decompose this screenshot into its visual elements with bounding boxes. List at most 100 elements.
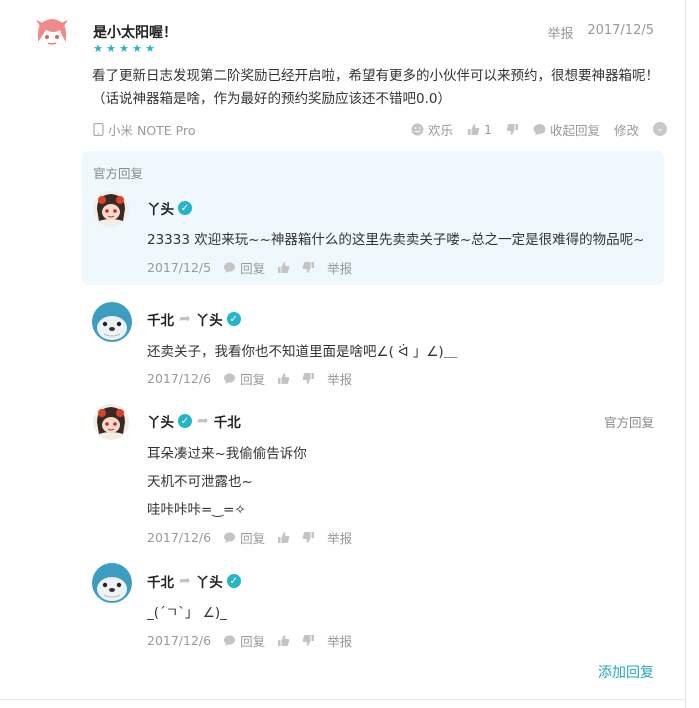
reply-date: 2017/12/6 xyxy=(147,530,212,545)
like-button[interactable] xyxy=(277,261,290,274)
star-icon: ★ xyxy=(119,42,129,55)
reply-label: 回复 xyxy=(240,531,266,546)
dislike-button[interactable] xyxy=(302,372,315,385)
reply-button[interactable]: 回复 xyxy=(223,258,265,277)
reviewer-avatar[interactable] xyxy=(32,14,72,54)
verified-icon: ✓ xyxy=(226,574,241,588)
reply-label: 回复 xyxy=(240,261,266,276)
star-icon: ★ xyxy=(132,42,142,55)
collapse-replies-button[interactable]: 收起回复 xyxy=(533,120,600,139)
reviewer-name[interactable]: 是小太阳喔！ xyxy=(93,22,177,42)
report-link[interactable]: 举报 xyxy=(327,258,352,277)
chevron-down-icon[interactable]: ⌄ xyxy=(653,122,667,136)
reply-button[interactable]: 回复 xyxy=(223,631,265,650)
device-name: 小米 NOTE Pro xyxy=(108,122,196,138)
fun-label: 欢乐 xyxy=(428,122,454,138)
reply-avatar[interactable] xyxy=(92,563,132,603)
like-button[interactable] xyxy=(277,634,290,647)
reply-author-line: 丫头 ✓ ➦ 千北 xyxy=(147,411,241,431)
verified-icon: ✓ xyxy=(226,312,241,326)
thumb-down-icon xyxy=(302,532,315,543)
official-author: 丫头 ✓ xyxy=(147,198,192,218)
smile-icon xyxy=(411,123,424,135)
reply-meta: 2017/12/6 回复 举报 xyxy=(147,631,364,650)
reply-author-line: 千北 ➦ 丫头 ✓ xyxy=(147,309,241,329)
reply-label: 回复 xyxy=(240,634,266,649)
review-card: 是小太阳喔！ ★ ★ ★ ★ ★ 举报 2017/12/5 看了更新日志发现第二… xyxy=(0,0,686,708)
reply-arrow-icon: ➦ xyxy=(179,573,191,589)
official-name[interactable]: 丫头 xyxy=(147,198,174,218)
reply-button[interactable]: 回复 xyxy=(223,369,265,388)
review-meta: 小米 NOTE Pro 欢乐 1 收起回复 修改 ⌄ xyxy=(92,119,667,139)
review-date: 2017/12/5 xyxy=(587,23,654,38)
official-avatar[interactable] xyxy=(93,404,129,440)
like-count: 1 xyxy=(484,121,492,137)
reply-button[interactable]: 回复 xyxy=(223,528,265,547)
report-link[interactable]: 举报 xyxy=(327,528,352,547)
star-icon: ★ xyxy=(145,42,155,55)
reply-avatar[interactable] xyxy=(92,302,132,342)
reply-from-name[interactable]: 千北 xyxy=(147,571,174,591)
star-icon: ★ xyxy=(93,42,103,55)
like-button[interactable] xyxy=(277,531,290,544)
comment-icon xyxy=(533,123,546,135)
thumb-down-icon xyxy=(302,262,315,273)
thumb-up-icon xyxy=(278,262,290,273)
comment-icon xyxy=(224,373,236,384)
reply-from-name[interactable]: 千北 xyxy=(147,309,174,329)
phone-icon xyxy=(93,122,104,136)
reply-text-line: 天机不可泄露也~ xyxy=(147,474,253,490)
thumb-down-icon xyxy=(506,123,518,135)
dislike-button[interactable] xyxy=(302,531,315,544)
report-link[interactable]: 举报 xyxy=(547,23,573,42)
like-button[interactable]: 1 xyxy=(467,122,492,137)
edit-button[interactable]: 修改 xyxy=(614,120,639,139)
collapse-label: 收起回复 xyxy=(549,122,600,138)
thumb-up-icon xyxy=(278,373,290,384)
reply-to-name[interactable]: 千北 xyxy=(214,411,241,431)
reply-to-name[interactable]: 丫头 xyxy=(196,309,223,329)
reply-text-line: 耳朵凑过来~我偷偷告诉你 xyxy=(147,446,307,462)
verified-icon: ✓ xyxy=(178,414,192,428)
dislike-button[interactable] xyxy=(302,634,315,647)
reply-meta: 2017/12/6 回复 举报 xyxy=(147,369,364,388)
official-reply-meta: 2017/12/5 回复 举报 xyxy=(147,258,364,277)
reply-label: 回复 xyxy=(240,372,266,387)
thumb-down-icon xyxy=(302,635,315,646)
report-link[interactable]: 举报 xyxy=(327,369,352,388)
report-link[interactable]: 举报 xyxy=(327,631,352,650)
fun-button[interactable]: 欢乐 xyxy=(411,120,453,139)
like-button[interactable] xyxy=(277,372,290,385)
reply-from-name[interactable]: 丫头 xyxy=(147,411,174,431)
review-actions: 欢乐 1 收起回复 修改 ⌄ xyxy=(411,120,667,139)
reply-text: _(´ㄱ`」 ∠)_ xyxy=(147,605,227,621)
star-rating: ★ ★ ★ ★ ★ xyxy=(92,43,156,55)
official-reply-label: 官方回复 xyxy=(93,166,144,181)
dislike-button[interactable] xyxy=(506,123,519,136)
verified-icon: ✓ xyxy=(178,201,192,215)
dislike-button[interactable] xyxy=(302,261,315,274)
reply-text: 还卖关子，我看你也不知道里面是啥吧∠( ᐛ 」∠)＿ xyxy=(147,344,458,360)
comment-icon xyxy=(224,262,236,273)
review-text: 看了更新日志发现第二阶奖励已经开启啦，希望有更多的小伙伴可以来预约，很想要神器箱… xyxy=(92,68,659,107)
divider xyxy=(0,699,686,700)
reply-author-line: 千北 ➦ 丫头 ✓ xyxy=(147,571,241,591)
review-header-right: 举报 2017/12/5 xyxy=(547,23,654,42)
device-info: 小米 NOTE Pro xyxy=(92,120,196,139)
reply-date: 2017/12/6 xyxy=(147,371,212,386)
thumb-up-icon xyxy=(468,123,480,135)
official-reply-date: 2017/12/5 xyxy=(147,260,212,275)
official-reply-tag: 官方回复 xyxy=(603,415,654,430)
thumb-up-icon xyxy=(278,635,290,646)
official-reply-text: 23333 欢迎来玩~~神器箱什么的这里先卖卖关子喽~总之一定是很难得的物品呢~ xyxy=(147,232,645,248)
reply-meta: 2017/12/6 回复 举报 xyxy=(147,528,364,547)
reply-arrow-icon: ➦ xyxy=(179,311,191,327)
reply-to-name[interactable]: 丫头 xyxy=(196,571,223,591)
comment-icon xyxy=(224,532,236,543)
official-avatar[interactable] xyxy=(93,191,129,227)
reply-arrow-icon: ➦ xyxy=(197,413,209,429)
thumb-up-icon xyxy=(278,532,290,543)
reply-text-line: 哇咔咔咔=‿=✧ xyxy=(147,502,246,518)
reply-date: 2017/12/6 xyxy=(147,633,212,648)
add-reply-link[interactable]: 添加回复 xyxy=(598,662,654,682)
